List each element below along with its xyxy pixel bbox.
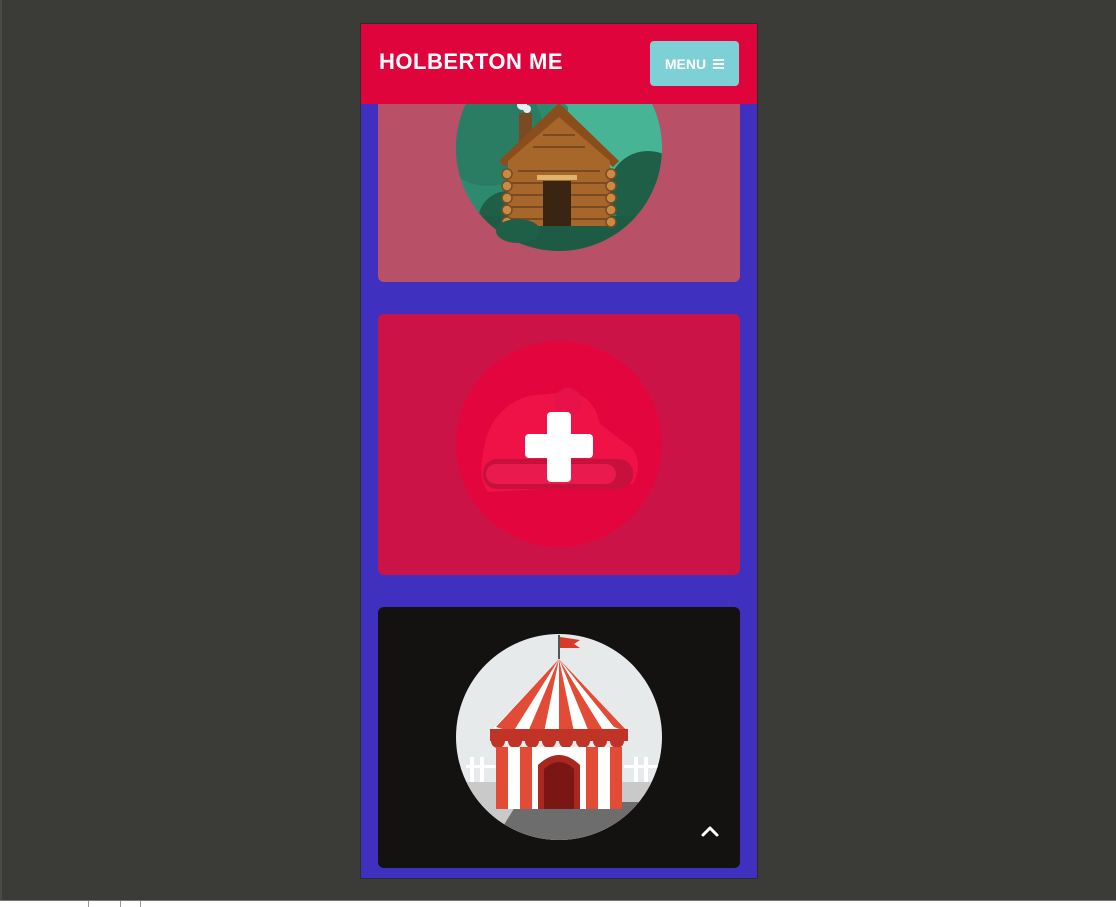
card-plus[interactable] [378, 314, 740, 575]
site-logo[interactable]: HOLBERTON ME [379, 49, 563, 75]
mobile-viewport: HOLBERTON ME MENU [361, 24, 757, 878]
site-header: HOLBERTON ME MENU [361, 24, 757, 104]
menu-label: MENU [664, 55, 707, 72]
scroll-to-top-button[interactable] [681, 802, 739, 860]
hamburger-icon [713, 58, 725, 69]
window-edge [0, 0, 2, 906]
menu-button[interactable]: MENU [650, 41, 739, 86]
plus-icon [456, 341, 662, 547]
chevron-up-icon [701, 826, 719, 837]
